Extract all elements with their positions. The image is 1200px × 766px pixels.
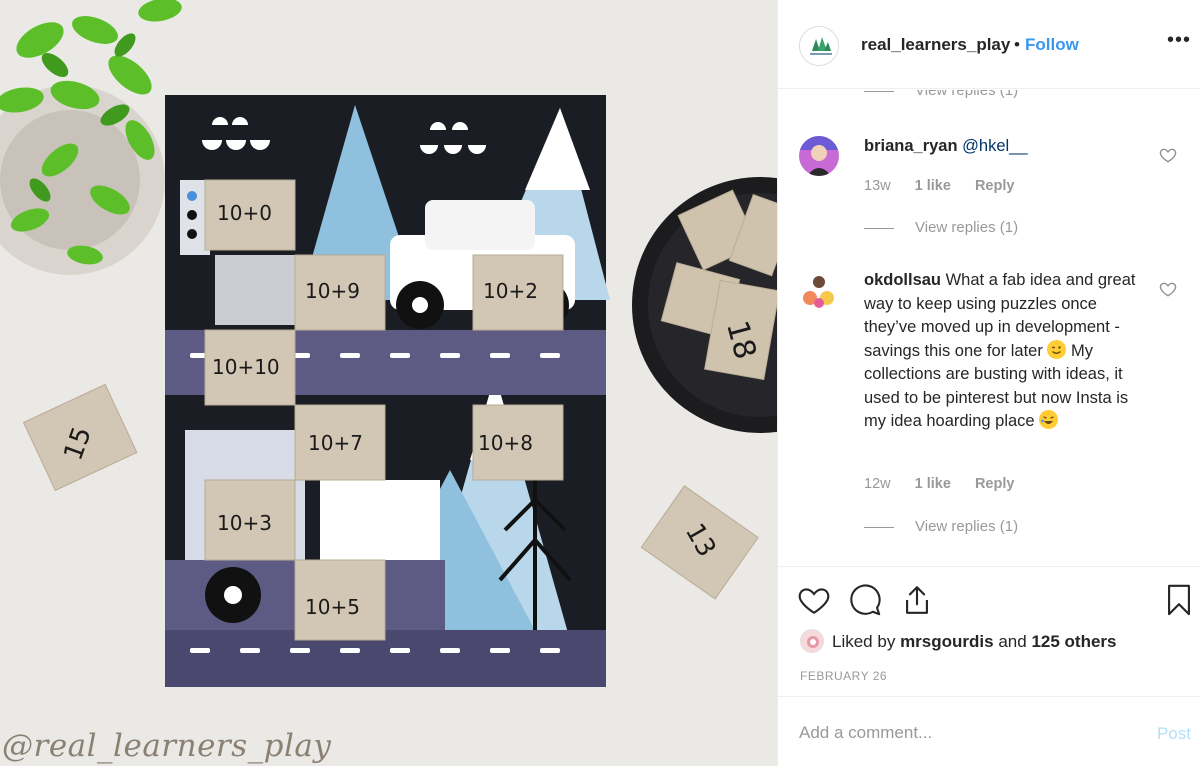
like-comment-heart-icon[interactable]: [1159, 280, 1177, 298]
piece-label: 10+8: [478, 431, 533, 455]
like-comment-heart-icon[interactable]: [1159, 146, 1177, 164]
author-avatar[interactable]: [799, 26, 839, 66]
post-date[interactable]: FEBRUARY 26: [800, 669, 887, 683]
comment-likes[interactable]: 1 like: [915, 476, 951, 492]
comment-text: briana_ryan @hkel__: [864, 135, 1144, 159]
divider-line: [864, 526, 894, 528]
separator-dot: •: [1014, 35, 1020, 54]
like-heart-icon[interactable]: [797, 583, 831, 617]
liked-by: Liked by mrsgourdis and 125 others: [800, 629, 1116, 653]
comment-meta: 13w 1 like Reply: [864, 178, 1034, 194]
post-image[interactable]: 18 10+0 10+9 10+2 10+10 10+7 10+8 10+3 1…: [0, 0, 777, 766]
post-comment-button[interactable]: Post: [1157, 724, 1191, 744]
piece-label: 10+7: [308, 431, 363, 455]
watermark: @real_learners_play: [2, 728, 332, 764]
comment-time: 13w: [864, 178, 891, 194]
puzzle-photo: 18 10+0 10+9 10+2 10+10 10+7 10+8 10+3 1…: [0, 0, 777, 766]
add-comment-bar: Post: [778, 696, 1200, 766]
liked-by-others[interactable]: 125 others: [1031, 632, 1116, 651]
post-side-panel: real_learners_play • Follow ••• View rep…: [777, 0, 1200, 766]
piece-label: 10+5: [305, 595, 360, 619]
share-upload-icon[interactable]: [900, 583, 934, 617]
post-actions: Liked by mrsgourdis and 125 others FEBRU…: [778, 566, 1200, 696]
reply-button[interactable]: Reply: [975, 476, 1015, 492]
divider-line: [864, 90, 894, 92]
author-logo-icon: [800, 27, 838, 65]
more-options-icon[interactable]: •••: [1167, 30, 1191, 54]
piece-label: 10+10: [212, 355, 280, 379]
commenter-avatar[interactable]: [799, 136, 839, 176]
piece-label: 10+2: [483, 279, 538, 303]
post-header: real_learners_play • Follow •••: [778, 0, 1200, 89]
divider-line: [864, 227, 894, 229]
commenter-username[interactable]: briana_ryan: [864, 137, 958, 155]
bookmark-icon[interactable]: [1162, 583, 1196, 617]
view-replies-button[interactable]: View replies (1): [864, 90, 1018, 99]
comments-list[interactable]: View replies (1) briana_ryan @hkel__ 13w: [778, 90, 1200, 566]
reply-button[interactable]: Reply: [975, 178, 1015, 194]
view-replies-button[interactable]: View replies (1): [864, 219, 1018, 236]
comment-bubble-icon[interactable]: [848, 583, 882, 617]
liker-avatar[interactable]: [800, 629, 824, 653]
mention-link[interactable]: @hkel__: [962, 137, 1027, 155]
liked-by-prefix: Liked by: [832, 632, 896, 651]
view-replies-button[interactable]: View replies (1): [864, 518, 1018, 535]
comment-likes[interactable]: 1 like: [915, 178, 951, 194]
follow-button[interactable]: Follow: [1025, 35, 1079, 55]
comment-text: okdollsau What a fab idea and great way …: [864, 269, 1144, 434]
commenter-username[interactable]: okdollsau: [864, 271, 941, 289]
piece-label: 10+0: [217, 201, 272, 225]
piece-label: 10+3: [217, 511, 272, 535]
comment-input[interactable]: [799, 723, 1119, 743]
laughing-emoji-icon: [1039, 410, 1059, 429]
liker-avatar-icon: [801, 630, 823, 652]
comment-meta: 12w 1 like Reply: [864, 476, 1034, 492]
piece-label: 10+9: [305, 279, 360, 303]
user-avatar-icon: [799, 270, 839, 310]
author-username[interactable]: real_learners_play: [861, 35, 1010, 55]
user-avatar-icon: [799, 136, 839, 176]
liked-by-and: and: [998, 632, 1027, 651]
wink-emoji-icon: [1047, 339, 1067, 359]
commenter-avatar[interactable]: [799, 270, 839, 310]
comment-time: 12w: [864, 476, 891, 492]
liked-by-user[interactable]: mrsgourdis: [900, 632, 994, 651]
